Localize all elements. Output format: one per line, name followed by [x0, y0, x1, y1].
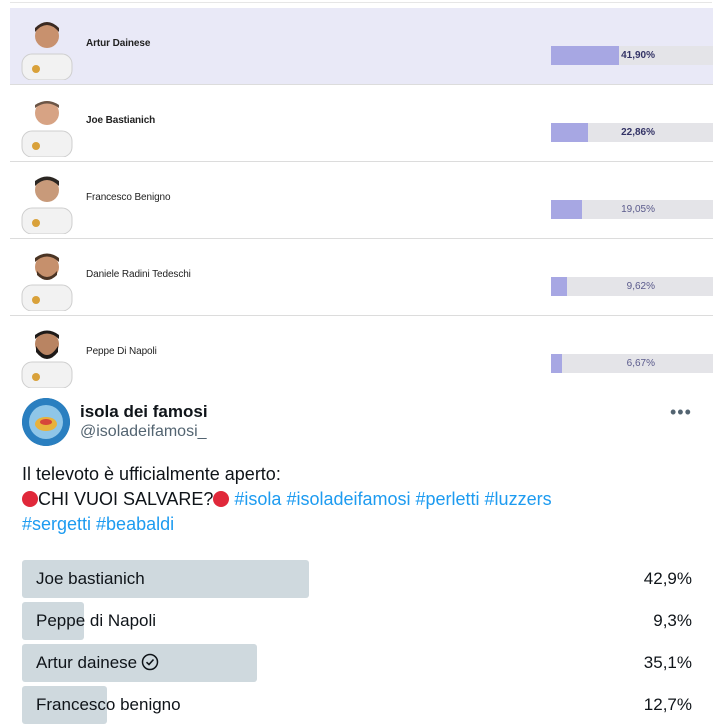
poll-option-label: Artur dainese [36, 653, 138, 672]
contestant-name: Francesco Benigno [86, 192, 171, 203]
poll-option-percentage: 12,7% [643, 695, 692, 714]
vote-bar-track: 22,86% [551, 123, 713, 142]
poll-option-label: Joe bastianich [36, 569, 145, 588]
tweet-line: Il televoto è ufficialmente aperto: [22, 464, 281, 484]
vote-bar-track: 41,90% [551, 46, 713, 65]
red-circle-icon [213, 491, 230, 507]
poll-option: Peppe di Napoli 9,3% [22, 602, 692, 640]
contestant-photo [21, 330, 73, 388]
tweet-card: isola dei famosi @isoladeifamosi_ ••• Il… [0, 392, 722, 728]
contestant-name: Peppe Di Napoli [86, 346, 157, 357]
contestant-photo [21, 22, 73, 80]
poll-option-label-wrap: Artur dainese [36, 653, 159, 673]
vote-bar-fill [551, 200, 582, 219]
vote-bar-track: 9,62% [551, 277, 713, 296]
divider [10, 2, 712, 3]
vote-percentage: 6,67% [626, 358, 655, 369]
contestant-name: Joe Bastianich [86, 115, 156, 126]
hashtags[interactable]: #isola #isoladeifamosi #perletti #luzzer… [234, 489, 551, 509]
contestant-photo [21, 176, 73, 234]
poll-option: Francesco benigno 12,7% [22, 686, 692, 724]
poll-results-panel: Artur Dainese 41,90% Joe Bastianich 22,8… [0, 0, 722, 392]
contestant-name: Daniele Radini Tedeschi [86, 269, 191, 280]
more-icon[interactable]: ••• [670, 402, 692, 423]
tweet-line: CHI VUOI SALVARE? #isola #isoladeifamosi… [22, 487, 702, 512]
contestant-photo [21, 253, 73, 311]
poll-option-percentage: 35,1% [643, 653, 692, 672]
vote-percentage: 9,62% [626, 281, 655, 292]
account-avatar[interactable] [22, 398, 70, 446]
vote-percentage: 22,86% [621, 127, 655, 138]
vote-percentage: 19,05% [621, 204, 655, 215]
contestant-photo [21, 101, 73, 157]
vote-bar-track: 6,67% [551, 354, 713, 373]
hashtags[interactable]: #sergetti #beabaldi [22, 512, 702, 537]
poll-row[interactable]: Joe Bastianich 22,86% [10, 85, 713, 162]
isola-logo-icon [22, 398, 70, 446]
check-circle-icon [141, 653, 159, 671]
tweet-question: CHI VUOI SALVARE? [38, 489, 214, 509]
poll-option: Joe bastianich 42,9% [22, 560, 692, 598]
vote-bar-fill [551, 46, 619, 65]
vote-bar-track: 19,05% [551, 200, 713, 219]
poll-option: Artur dainese 35,1% [22, 644, 692, 682]
vote-bar-fill [551, 354, 562, 373]
vote-percentage: 41,90% [621, 50, 655, 61]
vote-bar-fill [551, 277, 567, 296]
poll-row[interactable]: Daniele Radini Tedeschi 9,62% [10, 239, 713, 316]
poll-row[interactable]: Artur Dainese 41,90% [10, 8, 713, 85]
poll-option-percentage: 9,3% [653, 611, 692, 630]
poll-row[interactable]: Francesco Benigno 19,05% [10, 162, 713, 239]
tweet-text: Il televoto è ufficialmente aperto: CHI … [22, 462, 702, 537]
account-handle[interactable]: @isoladeifamosi_ [80, 423, 207, 441]
poll-row[interactable]: Peppe Di Napoli 6,67% [10, 316, 713, 392]
poll-option-percentage: 42,9% [643, 569, 692, 588]
contestant-name: Artur Dainese [86, 38, 151, 49]
poll-option-label: Peppe di Napoli [36, 611, 157, 630]
red-circle-icon [22, 491, 38, 507]
poll-option-label: Francesco benigno [36, 695, 181, 714]
account-display-name[interactable]: isola dei famosi [80, 402, 208, 422]
vote-bar-fill [551, 123, 589, 142]
